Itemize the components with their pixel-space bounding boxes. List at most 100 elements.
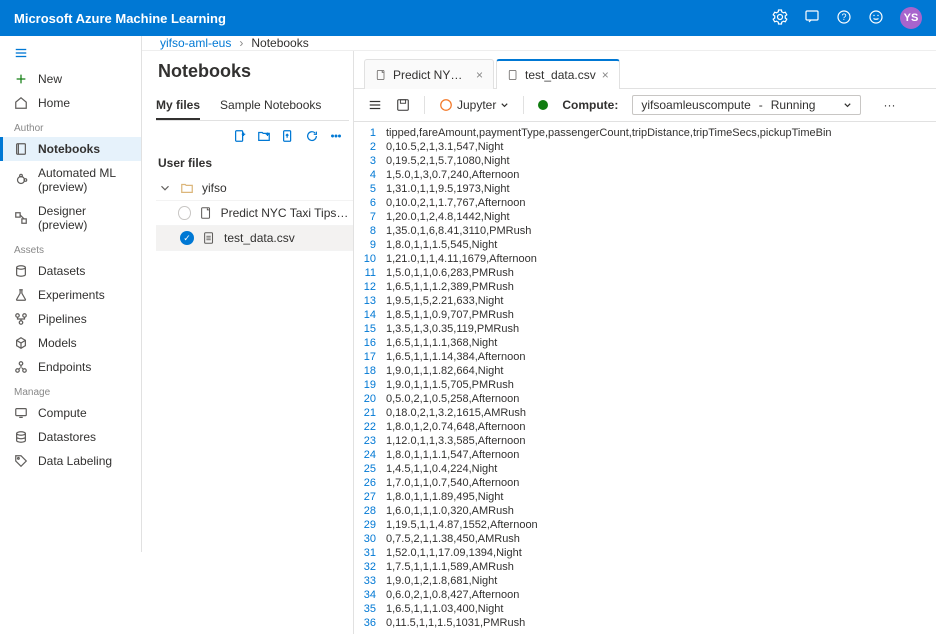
feedback-icon[interactable]	[804, 9, 820, 28]
sidebar-item-pipelines[interactable]: Pipelines	[0, 307, 141, 331]
sidebar-item-experiments[interactable]: Experiments	[0, 283, 141, 307]
line-number: 33	[354, 574, 386, 588]
line-content: 1,6.5,1,1,1.14,384,Afternoon	[386, 350, 525, 364]
line-content: 0,18.0,2,1,3.2,1615,AMRush	[386, 406, 526, 420]
hamburger-icon[interactable]	[0, 42, 141, 67]
refresh-icon[interactable]	[305, 129, 319, 146]
line-content: 1,35.0,1,6,8.41,3110,PMRush	[386, 224, 531, 238]
line-number: 26	[354, 476, 386, 490]
line-number: 19	[354, 378, 386, 392]
automl-icon	[14, 173, 28, 187]
settings-icon[interactable]	[772, 9, 788, 28]
sidebar-item-datalabeling[interactable]: Data Labeling	[0, 449, 141, 473]
code-line: 1tipped,fareAmount,paymentType,passenger…	[354, 126, 936, 140]
sidebar-item-home[interactable]: Home	[0, 91, 141, 115]
line-content: 1,6.5,1,1,1.03,400,Night	[386, 602, 503, 616]
files-toolbar	[156, 121, 353, 154]
code-line: 200,5.0,2,1,0.5,258,Afternoon	[354, 392, 936, 406]
endpoints-icon	[14, 360, 28, 374]
chevron-down-icon	[158, 181, 172, 195]
line-number: 5	[354, 182, 386, 196]
line-content: 0,11.5,1,1,1.5,1031,PMRush	[386, 616, 525, 630]
line-number: 31	[354, 546, 386, 560]
compute-select[interactable]: yifsoamleuscompute - Running	[632, 95, 861, 115]
line-content: 1,4.5,1,1,0.4,224,Night	[386, 462, 497, 476]
code-line: 331,9.0,1,2,1.8,681,Night	[354, 574, 936, 588]
more-icon[interactable]	[329, 129, 343, 146]
line-number: 8	[354, 224, 386, 238]
tree-folder[interactable]: yifso	[156, 176, 353, 201]
chevron-down-icon	[500, 101, 509, 110]
radio-checked-icon[interactable]: ✓	[180, 231, 194, 245]
line-number: 35	[354, 602, 386, 616]
jupyter-dropdown[interactable]: Jupyter	[439, 98, 509, 112]
code-view[interactable]: 1tipped,fareAmount,paymentType,passenger…	[354, 122, 936, 634]
code-line: 351,6.5,1,1,1.03,400,Night	[354, 602, 936, 616]
editor-tab-notebook[interactable]: Predict NYC Taxi Tips ×	[364, 59, 494, 89]
breadcrumb-workspace[interactable]: yifso-aml-eus	[160, 36, 231, 50]
sidebar-item-endpoints[interactable]: Endpoints	[0, 355, 141, 379]
editor-tab-csv[interactable]: test_data.csv ×	[496, 59, 620, 89]
new-folder-icon[interactable]	[257, 129, 271, 146]
save-icon[interactable]	[396, 98, 410, 112]
line-number: 12	[354, 280, 386, 294]
sidebar-item-designer[interactable]: Designer (preview)	[0, 199, 141, 237]
line-content: 1,52.0,1,1,17.09,1394,Night	[386, 546, 522, 560]
tab-label: Predict NYC Taxi Tips	[393, 68, 470, 82]
close-icon[interactable]: ×	[476, 68, 483, 82]
sidebar-item-models[interactable]: Models	[0, 331, 141, 355]
line-content: 1,20.0,1,2,4.8,1442,Night	[386, 210, 510, 224]
line-number: 15	[354, 322, 386, 336]
line-content: 1,6.0,1,1,1.0,320,AMRush	[386, 504, 514, 518]
code-line: 241,8.0,1,1,1.1,547,Afternoon	[354, 448, 936, 462]
tree-file-notebook[interactable]: Predict NYC Taxi Tips.ipynb	[156, 201, 353, 226]
line-number: 22	[354, 420, 386, 434]
user-avatar[interactable]: YS	[900, 7, 922, 29]
line-content: 1,5.0,1,1,0.6,283,PMRush	[386, 266, 514, 280]
code-line: 71,20.0,1,2,4.8,1442,Night	[354, 210, 936, 224]
close-icon[interactable]: ×	[602, 68, 609, 82]
line-number: 28	[354, 504, 386, 518]
file-tabs: My files Sample Notebooks	[156, 92, 349, 121]
sidebar-item-datastores[interactable]: Datastores	[0, 425, 141, 449]
home-icon	[14, 96, 28, 110]
line-content: 1,31.0,1,1,9.5,1973,Night	[386, 182, 510, 196]
sidebar-item-automl[interactable]: Automated ML (preview)	[0, 161, 141, 199]
sidebar-item-compute[interactable]: Compute	[0, 401, 141, 425]
code-line: 281,6.0,1,1,1.0,320,AMRush	[354, 504, 936, 518]
menu-icon[interactable]	[368, 98, 382, 112]
code-line: 91,8.0,1,1,1.5,545,Night	[354, 238, 936, 252]
tree-file-csv[interactable]: ✓ test_data.csv	[156, 226, 353, 251]
tab-my-files[interactable]: My files	[156, 92, 200, 120]
chevron-down-icon	[843, 101, 852, 110]
code-line: 101,21.0,1,1,4.11,1679,Afternoon	[354, 252, 936, 266]
notebook-file-icon	[375, 69, 387, 81]
sidebar-item-new[interactable]: New	[0, 67, 141, 91]
upload-icon[interactable]	[281, 129, 295, 146]
new-file-icon[interactable]	[233, 129, 247, 146]
app-header: Microsoft Azure Machine Learning ? YS	[0, 0, 936, 36]
editor-toolbar: Jupyter Compute: yifsoamleuscompute - Ru…	[354, 89, 936, 122]
more-icon[interactable]: ···	[883, 98, 895, 112]
compute-icon	[14, 406, 28, 420]
help-icon[interactable]: ?	[836, 9, 852, 28]
line-content: 0,5.0,2,1,0.5,258,Afternoon	[386, 392, 519, 406]
breadcrumb-current: Notebooks	[251, 36, 308, 50]
line-content: 1,9.0,1,1,1.82,664,Night	[386, 364, 503, 378]
code-line: 210,18.0,2,1,3.2,1615,AMRush	[354, 406, 936, 420]
svg-text:?: ?	[841, 12, 846, 22]
code-line: 300,7.5,2,1,1.38,450,AMRush	[354, 532, 936, 546]
line-content: 1,21.0,1,1,4.11,1679,Afternoon	[386, 252, 537, 266]
radio-unchecked-icon[interactable]	[178, 206, 190, 220]
line-content: 1,9.0,1,2,1.8,681,Night	[386, 574, 497, 588]
line-number: 21	[354, 406, 386, 420]
sidebar-item-datasets[interactable]: Datasets	[0, 259, 141, 283]
code-line: 41,5.0,1,3,0.7,240,Afternoon	[354, 168, 936, 182]
tab-label: test_data.csv	[525, 68, 596, 82]
smiley-icon[interactable]	[868, 9, 884, 28]
line-content: 1,12.0,1,1,3.3,585,Afternoon	[386, 434, 525, 448]
line-content: 0,10.5,2,1,3.1,547,Night	[386, 140, 503, 154]
sidebar-item-notebooks[interactable]: Notebooks	[0, 137, 141, 161]
tab-sample-notebooks[interactable]: Sample Notebooks	[220, 92, 321, 120]
code-line: 131,9.5,1,5,2.21,633,Night	[354, 294, 936, 308]
